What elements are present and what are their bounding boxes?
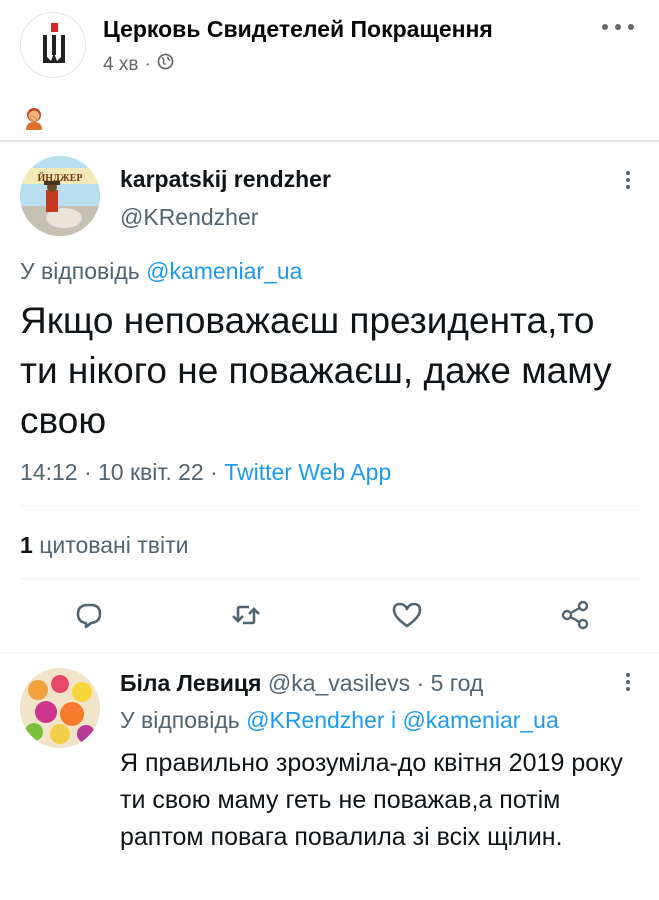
reply-more-icon[interactable]	[620, 670, 636, 694]
tweet-source[interactable]: Twitter Web App	[224, 459, 391, 485]
retweet-icon[interactable]	[229, 598, 263, 632]
section-divider	[0, 140, 659, 142]
quote-label: цитовані твіти	[39, 532, 189, 558]
tweet-author-name[interactable]: karpatskij rendzher	[120, 166, 331, 193]
tweet-author-avatar[interactable]: ЙНДЖЕР	[20, 156, 100, 236]
tweet-author-handle[interactable]: @KRendzher	[120, 204, 258, 231]
reply-separator: ·	[416, 670, 425, 696]
reply-header: Біла Левиця @ka_vasilevs · 5 год	[120, 670, 483, 697]
tweet-timestamp: 14:12 · 10 квіт. 22 · Twitter Web App	[20, 459, 391, 486]
divider	[20, 505, 640, 506]
meta-separator: ·	[144, 53, 151, 75]
time-separator: ·	[83, 459, 92, 485]
reply-replying-to: У відповідь @KRendzher і @kameniar_ua	[120, 707, 559, 734]
divider	[0, 652, 659, 653]
reply-time[interactable]: 5 год	[431, 670, 484, 696]
quote-tweets-stat[interactable]: 1 цитовані твіти	[20, 532, 188, 559]
tweet-replying-to: У відповідь @kameniar_ua	[20, 258, 302, 285]
globe-icon	[157, 53, 174, 76]
reply-author-avatar[interactable]	[20, 668, 100, 748]
reply-author-name[interactable]: Біла Левиця	[120, 670, 261, 696]
like-icon[interactable]	[390, 598, 424, 632]
replying-mention-2[interactable]: @kameniar_ua	[402, 707, 558, 733]
replying-mention[interactable]: @kameniar_ua	[146, 258, 302, 284]
tweet-more-icon[interactable]	[620, 168, 636, 192]
replying-and: і	[390, 707, 397, 733]
time-separator: ·	[210, 459, 218, 485]
divider	[20, 578, 640, 579]
page-name[interactable]: Церковь Свидетелей Покращення	[103, 16, 493, 43]
share-icon[interactable]	[558, 598, 592, 632]
more-dots-icon[interactable]	[598, 14, 638, 38]
post-meta: 4 хв ·	[103, 53, 174, 76]
reply-icon[interactable]	[72, 598, 106, 632]
tweet-text: Якщо неповажаєш президента,то ти нікого …	[20, 300, 612, 441]
post-time[interactable]: 4 хв	[103, 54, 138, 76]
tweet-date[interactable]: 10 квіт. 22	[98, 459, 204, 485]
page-avatar[interactable]	[20, 12, 86, 78]
tweet-time[interactable]: 14:12	[20, 459, 78, 485]
replying-prefix: У відповідь	[20, 258, 140, 284]
person-facepalming-emoji	[22, 106, 46, 132]
replying-prefix: У відповідь	[120, 707, 240, 733]
reply-text: Я правильно зрозуміла-до квітня 2019 рок…	[120, 749, 623, 851]
quote-count: 1	[20, 532, 33, 558]
reply-author-handle[interactable]: @ka_vasilevs	[268, 670, 410, 696]
facebook-post-header: Церковь Свидетелей Покращення 4 хв ·	[0, 0, 659, 90]
replying-mention-1[interactable]: @KRendzher	[246, 707, 384, 733]
